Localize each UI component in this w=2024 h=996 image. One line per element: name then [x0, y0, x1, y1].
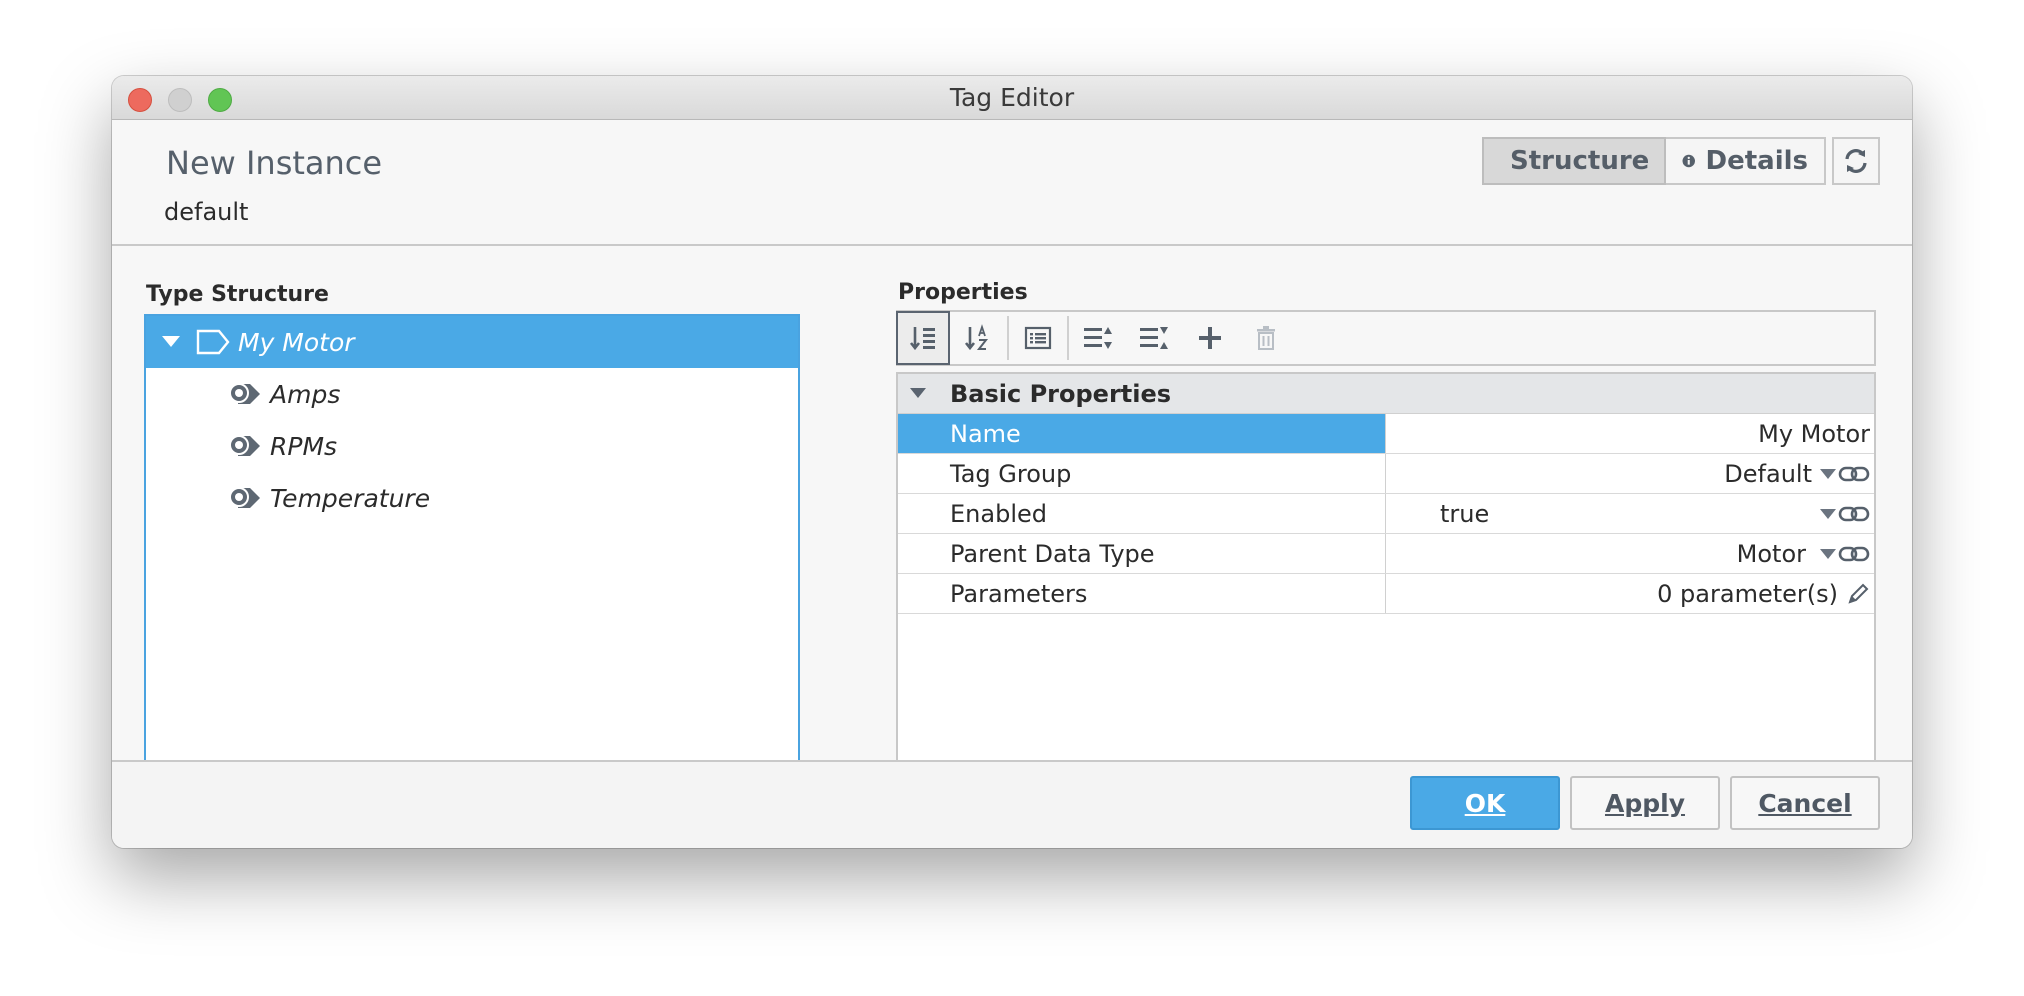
tree-node-root[interactable]: My Motor — [146, 316, 798, 368]
udt-instance-icon — [196, 329, 230, 355]
binding-link-icon[interactable] — [1838, 464, 1870, 484]
property-row-parent-data-type[interactable]: Parent Data Type Motor — [898, 534, 1874, 574]
opc-tag-icon — [228, 432, 262, 460]
property-value: true — [1440, 499, 1490, 528]
show-description-icon — [1024, 326, 1052, 350]
info-icon — [1682, 154, 1695, 168]
properties-label: Properties — [898, 280, 1028, 305]
sort-categorized-button[interactable] — [896, 311, 950, 365]
refresh-icon — [1845, 149, 1867, 173]
group-label: Basic Properties — [950, 379, 1172, 408]
tree-node-label: RPMs — [270, 431, 338, 461]
add-icon — [1199, 327, 1221, 349]
binding-link-icon[interactable] — [1838, 544, 1870, 564]
dropdown-caret-icon[interactable] — [1820, 548, 1836, 559]
delete-icon — [1257, 326, 1275, 350]
ok-button[interactable]: OK — [1410, 776, 1560, 830]
add-property-button[interactable] — [1182, 312, 1238, 364]
collapse-all-icon — [1140, 327, 1168, 349]
binding-link-icon[interactable] — [1838, 504, 1870, 524]
details-tab-label: Details — [1705, 146, 1809, 176]
property-name: Tag Group — [898, 454, 1386, 493]
tree-node-label: Amps — [270, 379, 341, 409]
opc-tag-icon — [228, 484, 262, 512]
view-segmented-control: Structure Details — [1482, 137, 1826, 185]
structure-tab-label: Structure — [1510, 146, 1650, 176]
property-row-name[interactable]: Name My Motor — [898, 414, 1874, 454]
apply-button[interactable]: Apply — [1570, 776, 1720, 830]
title-bar: Tag Editor — [112, 76, 1912, 120]
property-value-cell[interactable]: true — [1386, 494, 1874, 533]
property-value-cell[interactable]: My Motor — [1386, 414, 1874, 453]
toolbar-separator — [1067, 316, 1069, 360]
type-structure-label: Type Structure — [146, 282, 329, 307]
collapse-all-button[interactable] — [1126, 312, 1182, 364]
property-value: My Motor — [1758, 419, 1870, 448]
property-row-parameters[interactable]: Parameters 0 parameter(s) — [898, 574, 1874, 614]
property-row-enabled[interactable]: Enabled true — [898, 494, 1874, 534]
sort-alphabetical-button[interactable] — [950, 312, 1006, 364]
property-value-cell[interactable]: 0 parameter(s) — [1386, 574, 1874, 613]
tree-node-child[interactable]: Amps — [146, 368, 798, 420]
instance-provider: default — [164, 198, 249, 226]
property-name: Parent Data Type — [898, 534, 1386, 573]
delete-property-button[interactable] — [1238, 312, 1294, 364]
toolbar-separator — [1007, 316, 1009, 360]
sort-alphabetical-icon — [964, 324, 989, 351]
show-description-button[interactable] — [1010, 312, 1066, 364]
sort-categorized-icon — [909, 327, 935, 351]
dropdown-caret-icon[interactable] — [1820, 508, 1836, 519]
details-tab-button[interactable]: Details — [1666, 137, 1826, 185]
property-value-cell[interactable]: Default — [1386, 454, 1874, 493]
dropdown-caret-icon[interactable] — [1820, 468, 1836, 479]
property-name: Parameters — [898, 574, 1386, 613]
group-basic-properties[interactable]: Basic Properties — [898, 374, 1874, 414]
property-value-cell[interactable]: Motor — [1386, 534, 1874, 573]
property-value: Motor — [1736, 539, 1806, 568]
tree-node-label: My Motor — [238, 327, 355, 357]
tree-node-child[interactable]: Temperature — [146, 472, 798, 524]
opc-tag-icon — [228, 380, 262, 408]
structure-tab-button[interactable]: Structure — [1482, 137, 1666, 185]
refresh-button[interactable] — [1832, 137, 1880, 185]
editor-header: New Instance default Structure Details — [112, 120, 1912, 246]
property-name: Enabled — [898, 494, 1386, 533]
expand-caret-icon[interactable] — [162, 336, 180, 347]
tag-editor-window: Tag Editor New Instance default Structur… — [112, 76, 1912, 848]
edit-pencil-icon[interactable] — [1846, 582, 1870, 606]
cancel-button[interactable]: Cancel — [1730, 776, 1880, 830]
properties-toolbar — [896, 310, 1876, 366]
group-collapse-caret-icon[interactable] — [910, 388, 926, 398]
window-title: Tag Editor — [949, 83, 1075, 112]
expand-all-icon — [1084, 327, 1112, 349]
instance-title: New Instance — [166, 144, 383, 182]
expand-all-button[interactable] — [1070, 312, 1126, 364]
tree-node-child[interactable]: RPMs — [146, 420, 798, 472]
property-name: Name — [898, 414, 1386, 453]
property-value: Default — [1724, 459, 1812, 488]
tree-node-label: Temperature — [270, 483, 431, 513]
property-value: 0 parameter(s) — [1657, 579, 1838, 608]
property-row-tag-group[interactable]: Tag Group Default — [898, 454, 1874, 494]
dialog-footer: OK Apply Cancel — [112, 760, 1912, 848]
